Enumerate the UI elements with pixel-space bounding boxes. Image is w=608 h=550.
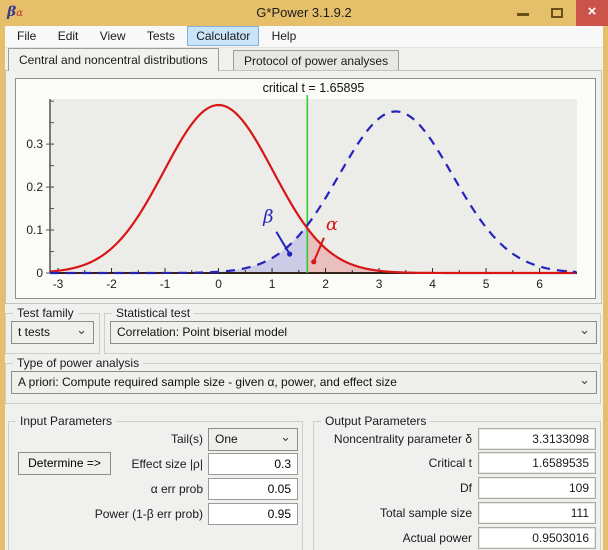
alpha-err-prob-label: α err prob <box>60 482 203 496</box>
chart-frame: -3 -2 -1 0 1 2 3 4 5 6 0 0.1 0.2 0.3 β α critical t = 1.… <box>15 78 596 299</box>
tab-protocol-of-power-analyses[interactable]: Protocol of power analyses <box>233 50 399 71</box>
svg-text:-2: -2 <box>106 277 117 291</box>
tab-pane: -3 -2 -1 0 1 2 3 4 5 6 0 0.1 0.2 0.3 β α critical t = 1.… <box>5 70 602 304</box>
effect-size-label: Effect size |ρ| <box>60 457 203 471</box>
close-icon: × <box>588 3 597 20</box>
chevron-down-icon: ⌄ <box>579 369 590 390</box>
svg-text:6: 6 <box>536 277 543 291</box>
svg-text:0: 0 <box>215 277 222 291</box>
menu-edit[interactable]: Edit <box>49 26 88 46</box>
svg-text:critical t = 1.65895: critical t = 1.65895 <box>263 81 365 95</box>
maximize-button[interactable] <box>542 0 572 26</box>
title-bar: βα G*Power 3.1.9.2 × <box>0 0 608 26</box>
test-family-label: Test family <box>13 306 78 320</box>
svg-text:α: α <box>326 214 338 235</box>
svg-text:1: 1 <box>269 277 276 291</box>
svg-text:0.3: 0.3 <box>26 137 43 151</box>
df-label: Df <box>317 481 472 495</box>
output-parameters-title: Output Parameters <box>321 414 430 428</box>
window-border-right <box>603 26 608 550</box>
power-analysis-select[interactable]: A priori: Compute required sample size -… <box>11 371 597 394</box>
power-label: Power (1-β err prob) <box>8 507 203 521</box>
menu-help[interactable]: Help <box>263 26 306 46</box>
tails-label: Tail(s) <box>60 432 203 446</box>
minimize-button[interactable] <box>508 0 538 26</box>
svg-text:5: 5 <box>483 277 490 291</box>
svg-text:0.1: 0.1 <box>26 223 43 237</box>
noncentrality-label: Noncentrality parameter δ <box>317 432 472 446</box>
chevron-down-icon: ⌄ <box>76 319 87 340</box>
svg-text:β: β <box>262 206 273 227</box>
chevron-down-icon: ⌄ <box>280 426 291 447</box>
svg-text:2: 2 <box>322 277 329 291</box>
menu-bar: File Edit View Tests Calculator Help <box>5 26 603 48</box>
svg-text:0.2: 0.2 <box>26 180 43 194</box>
menu-calculator[interactable]: Calculator <box>187 26 259 46</box>
tails-select[interactable]: One ⌄ <box>208 428 298 451</box>
test-family-select[interactable]: t tests ⌄ <box>11 321 94 344</box>
noncentrality-value: 3.3133098 <box>478 428 596 450</box>
statistical-test-value: Correlation: Point biserial model <box>117 325 287 339</box>
svg-text:-3: -3 <box>53 277 64 291</box>
tab-central-noncentral-distributions[interactable]: Central and noncentral distributions <box>8 48 219 71</box>
maximize-icon <box>551 8 563 18</box>
effect-size-field[interactable] <box>208 453 298 475</box>
minimize-icon <box>517 13 529 16</box>
power-analysis-label: Type of power analysis <box>13 356 143 370</box>
power-analysis-value: A priori: Compute required sample size -… <box>18 375 397 389</box>
svg-text:0: 0 <box>36 266 43 280</box>
menu-file[interactable]: File <box>8 26 45 46</box>
menu-tests[interactable]: Tests <box>138 26 184 46</box>
critical-t-label: Critical t <box>317 456 472 470</box>
test-family-value: t tests <box>18 325 50 339</box>
df-value: 109 <box>478 477 596 499</box>
menu-view[interactable]: View <box>91 26 135 46</box>
input-parameters-title: Input Parameters <box>16 414 116 428</box>
statistical-test-select[interactable]: Correlation: Point biserial model ⌄ <box>110 321 597 344</box>
distribution-plot: -3 -2 -1 0 1 2 3 4 5 6 0 0.1 0.2 0.3 β α critical t = 1.… <box>16 79 595 298</box>
close-button[interactable]: × <box>576 0 608 26</box>
statistical-test-label: Statistical test <box>112 306 194 320</box>
chevron-down-icon: ⌄ <box>579 319 590 340</box>
total-sample-size-value: 111 <box>478 502 596 524</box>
svg-text:3: 3 <box>376 277 383 291</box>
critical-t-value: 1.6589535 <box>478 452 596 474</box>
actual-power-label: Actual power <box>317 531 472 545</box>
total-sample-size-label: Total sample size <box>317 506 472 520</box>
alpha-err-prob-field[interactable] <box>208 478 298 500</box>
svg-text:4: 4 <box>429 277 436 291</box>
svg-text:-1: -1 <box>160 277 171 291</box>
gpower-window: βα G*Power 3.1.9.2 × File Edit View Test… <box>0 0 608 550</box>
power-field[interactable] <box>208 503 298 525</box>
tails-value: One <box>215 432 238 446</box>
actual-power-value: 0.9503016 <box>478 527 596 549</box>
